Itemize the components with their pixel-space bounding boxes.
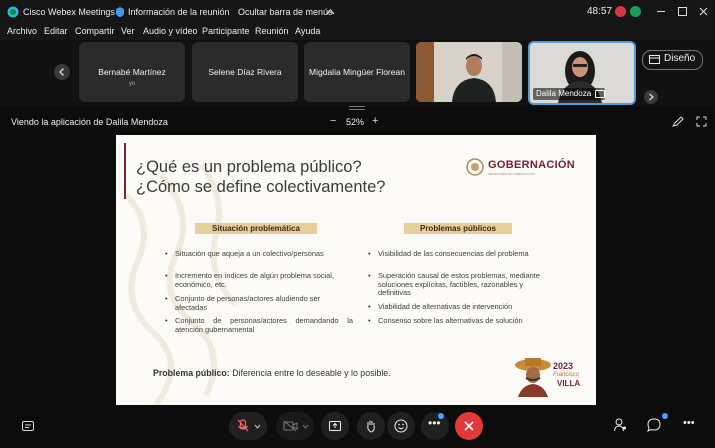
scroll-left-button[interactable] [54, 64, 70, 80]
participant-self-label: yo [128, 81, 136, 87]
smiley-icon [394, 419, 408, 433]
app-title: Cisco Webex Meetings [23, 7, 115, 17]
menu-ayuda[interactable]: Ayuda [295, 26, 320, 36]
chevron-right-icon [649, 93, 654, 101]
layout-icon [649, 55, 660, 64]
slide-title-line2: ¿Cómo se define colectivamente? [136, 178, 386, 196]
close-window-icon[interactable] [699, 7, 708, 16]
fullscreen-icon[interactable] [696, 116, 707, 127]
participant-video-man [416, 42, 522, 102]
microphone-muted-icon [237, 419, 249, 432]
participant-tile[interactable]: Bernabé Martínez yo [79, 42, 185, 102]
participant-tile[interactable]: Selene Díaz Rivera [192, 42, 298, 102]
resize-handle-line [349, 109, 365, 110]
chat-notification-dot [662, 413, 668, 419]
chevron-down-icon [302, 424, 309, 429]
menu-compartir[interactable]: Compartir [75, 26, 115, 36]
chat-icon[interactable] [647, 418, 661, 432]
participant-name: Dalila Mendoza [536, 89, 592, 98]
francisco-villa-portrait-icon [515, 358, 551, 397]
layout-label: Diseño [664, 53, 696, 64]
mute-button[interactable] [229, 412, 267, 440]
participant-name: Bernabé Martínez [98, 67, 166, 77]
chevron-left-icon [59, 68, 64, 76]
zoom-level[interactable]: 52% [346, 117, 364, 127]
more-options-button[interactable]: ••• [421, 412, 449, 440]
badge-name-last: VILLA [557, 379, 581, 388]
zoom-in-button[interactable]: + [372, 115, 378, 127]
maximize-icon[interactable] [678, 7, 687, 16]
left-bullet: Conjunto de personas/actores demandando … [165, 316, 353, 334]
left-column-heading: Situación problemática [195, 223, 317, 234]
badge-name-first: Francisco [553, 372, 580, 378]
resize-handle[interactable] [349, 106, 365, 107]
webex-logo-icon [7, 6, 19, 18]
share-screen-icon [329, 421, 341, 431]
menu-editar[interactable]: Editar [44, 26, 68, 36]
menu-reunion[interactable]: Reunión [255, 26, 289, 36]
hand-icon [367, 420, 375, 433]
left-bullet: Conjunto de personas/actores aludiendo s… [165, 294, 353, 312]
participant-strip: Bernabé Martínez yo Selene Díaz Rivera M… [0, 40, 715, 106]
chevron-up-icon [326, 9, 335, 15]
menu-participante[interactable]: Participante [202, 26, 250, 36]
right-column-heading: Problemas públicos [404, 223, 512, 234]
footer-term: Problema público: [153, 368, 230, 378]
menu-audio-video[interactable]: Audio y vídeo [143, 26, 198, 36]
participant-name: Selene Díaz Rivera [208, 67, 282, 77]
meeting-timer: 48:57 [587, 6, 613, 17]
slide-title: ¿Qué es un problema público? ¿Cómo se de… [136, 157, 385, 197]
video-off-icon [283, 420, 298, 432]
recording-icon [615, 6, 626, 17]
chevron-down-icon [254, 424, 261, 429]
slide-title-line1: ¿Qué es un problema público? [136, 158, 362, 176]
captions-icon[interactable] [22, 421, 34, 431]
secure-connection-icon [630, 6, 641, 17]
title-bar: Cisco Webex Meetings Información de la r… [0, 0, 715, 24]
right-bullet: Consenso sobre las alternativas de soluc… [368, 316, 556, 326]
annotate-icon[interactable] [672, 116, 684, 127]
right-bullet: Visibilidad de las consecuencias del pro… [368, 249, 556, 259]
close-icon [464, 421, 474, 431]
menu-ver[interactable]: Ver [121, 26, 135, 36]
layout-button[interactable]: Diseño [642, 50, 703, 70]
hide-menu-bar-button[interactable]: Ocultar barra de menús [238, 7, 333, 17]
shield-icon [116, 7, 124, 17]
participants-icon[interactable] [614, 418, 627, 432]
participant-video-tile[interactable] [416, 42, 522, 102]
minimize-icon[interactable] [657, 11, 665, 12]
left-bullet: Situación que aqueja a un colectivo/pers… [165, 249, 353, 259]
slide-footer: Problema público: Diferencia entre lo de… [153, 368, 391, 378]
notification-dot [438, 413, 444, 419]
more-panels-icon[interactable]: ••• [683, 417, 695, 429]
badge-year: 2023 [553, 361, 574, 371]
viewing-label: Viendo la aplicación de Dalila Mendoza [11, 117, 168, 127]
participant-tile[interactable]: Migdalia Mingüer Florean [304, 42, 410, 102]
share-button[interactable] [321, 412, 349, 440]
government-emblem-icon [466, 158, 484, 176]
reactions-button[interactable] [387, 412, 415, 440]
sharing-bar: Viendo la aplicación de Dalila Mendoza −… [0, 111, 715, 133]
scroll-right-button[interactable] [644, 90, 658, 104]
shared-slide: ¿Qué es un problema público? ¿Cómo se de… [116, 135, 596, 405]
participant-video-tile-active[interactable]: Dalila Mendoza [528, 41, 636, 105]
right-bullet: Superación causal de estos problemas, me… [368, 271, 556, 298]
footer-definition: Diferencia entre lo deseable y lo posibl… [229, 368, 391, 378]
meeting-controls-bar: ••• ••• [0, 405, 715, 448]
screen-share-icon [595, 90, 605, 98]
meeting-info-button[interactable]: Información de la reunión [128, 7, 230, 17]
leave-meeting-button[interactable] [455, 412, 483, 440]
gobernacion-logo-subtitle: SECRETARÍA DE GOBERNACIÓN [488, 172, 536, 176]
participant-name: Migdalia Mingüer Florean [309, 67, 405, 77]
menu-bar: Archivo Editar Compartir Ver Audio y víd… [0, 24, 715, 40]
menu-archivo[interactable]: Archivo [7, 26, 37, 36]
video-button[interactable] [276, 412, 314, 440]
gobernacion-logo-text: GOBERNACIÓN [488, 159, 576, 171]
zoom-out-button[interactable]: − [330, 115, 336, 127]
left-bullet: Incremento en índices de algún problema … [165, 271, 353, 289]
right-bullet: Viabilidad de alternativas de intervenci… [368, 302, 556, 312]
raise-hand-button[interactable] [357, 412, 385, 440]
